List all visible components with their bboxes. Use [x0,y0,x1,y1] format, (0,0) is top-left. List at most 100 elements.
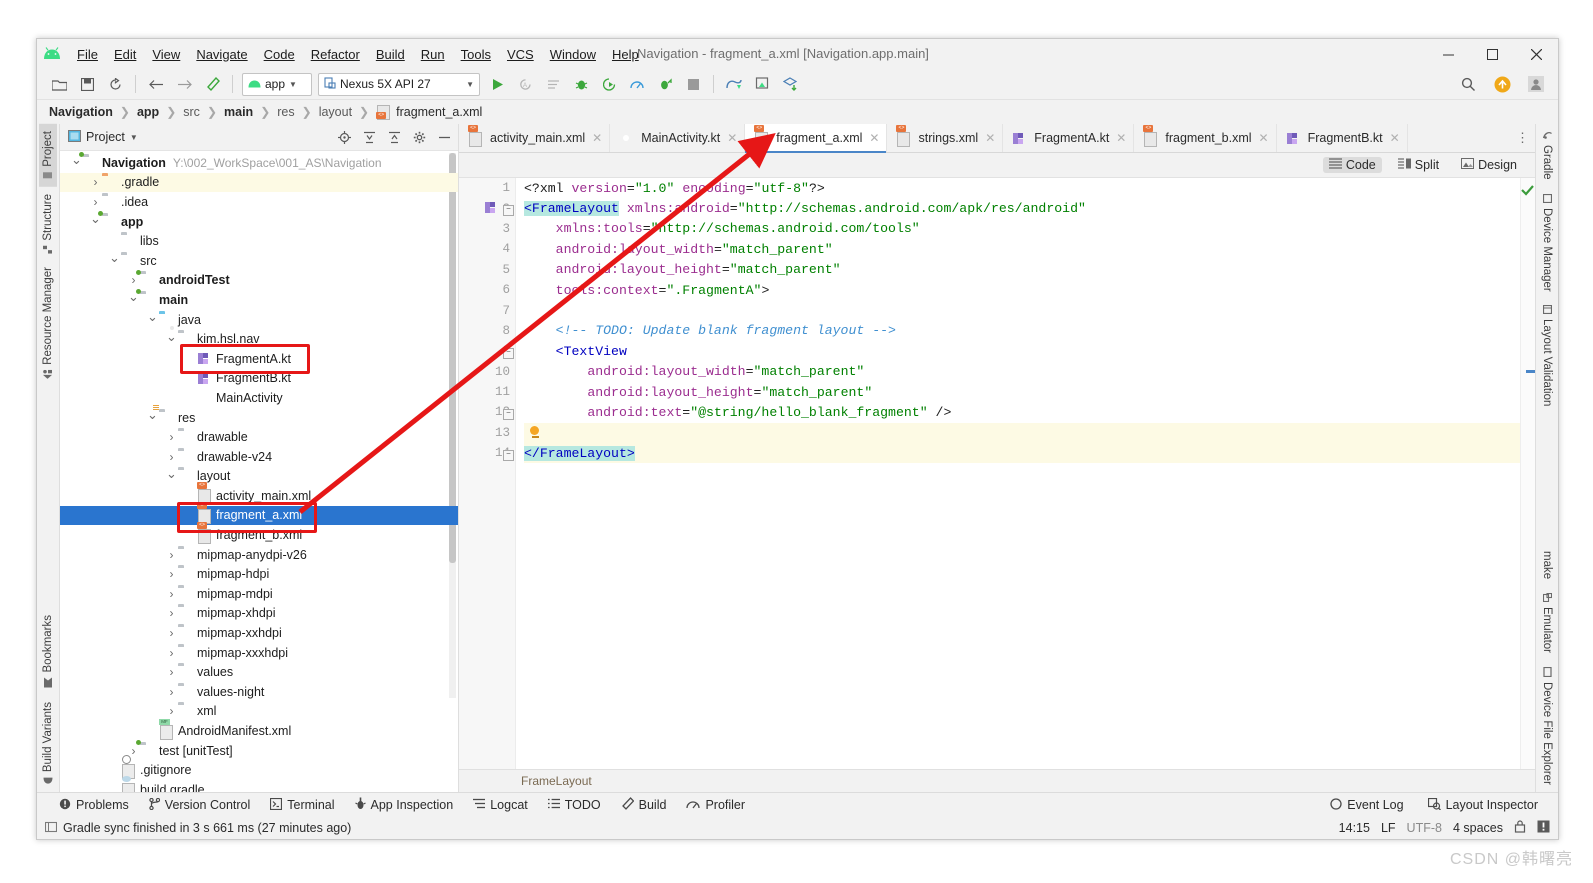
code-editor[interactable]: 1234567891011121314−−−− <?xml version="1… [459,178,1535,769]
open-folder-icon[interactable] [47,73,71,95]
menu-code[interactable]: Code [256,44,303,65]
close-tab-icon[interactable]: ✕ [1259,131,1269,145]
tree-expand-arrow[interactable]: ⌄ [165,466,178,482]
project-tree[interactable]: ⌄ Navigation Y:\002_WorkSpace\001_AS\Navig… [60,151,458,792]
sidebar-item-project[interactable]: Project [39,124,57,187]
tree-row-mipmap-hdpi[interactable]: › mipmap-hdpi [60,564,458,584]
code-line-6[interactable]: tools:context = ".FragmentA" > [524,280,1520,300]
tree-row-test-unittest-[interactable]: › test [unitTest] [60,740,458,761]
tree-row-values[interactable]: › values [60,662,458,682]
bottom-window-problems[interactable]: Problems [49,796,139,815]
code-line-10[interactable]: android:layout_width = "match_parent" [524,362,1520,382]
tab-code-view[interactable]: Code [1322,157,1382,173]
apply-changes-icon[interactable]: A [513,73,537,95]
tree-expand-arrow[interactable]: › [165,665,178,679]
back-arrow-icon[interactable] [144,73,168,95]
tree-row-navigation[interactable]: ⌄ Navigation Y:\002_WorkSpace\001_AS\Navig… [60,152,458,173]
tab-design-view[interactable]: Design [1455,157,1523,173]
bottom-window-app-inspection[interactable]: App Inspection [345,795,464,815]
tree-expand-arrow[interactable]: › [127,273,140,287]
tree-expand-arrow[interactable]: › [165,606,178,620]
tree-row-drawable-v24[interactable]: › drawable-v24 [60,447,458,467]
menu-file[interactable]: File [69,44,106,65]
device-manager-icon[interactable] [750,73,774,95]
editor-tab-fragmenta-kt[interactable]: FragmentA.kt ✕ [1003,124,1135,152]
menu-view[interactable]: View [144,44,188,65]
tree-row-mipmap-xxhdpi[interactable]: › mipmap-xxhdpi [60,623,458,643]
device-selector[interactable]: Nexus 5X API 27 ▼ [318,72,480,96]
sidebar-item-structure[interactable]: Structure [39,187,57,261]
bottom-window-terminal[interactable]: Terminal [260,796,344,815]
code-line-12[interactable]: android:text = "@string/hello_blank_fragme… [524,402,1520,422]
breadcrumb-item-src[interactable]: src [181,105,202,119]
hide-panel-icon[interactable] [434,127,454,147]
tree-row-layout[interactable]: ⌄ layout [60,466,458,487]
editor-tab-fragment-b-xml[interactable]: <> fragment_b.xml ✕ [1134,124,1277,152]
bottom-window-profiler[interactable]: Profiler [676,796,755,815]
editor-tab-mainactivity-kt[interactable]: MainActivity.kt ✕ [610,124,746,152]
tree-row--gitignore[interactable]: .gitignore [60,754,458,780]
tree-expand-arrow[interactable]: ⌄ [108,250,121,266]
close-button[interactable] [1514,39,1558,69]
breadcrumb-item-main[interactable]: main [222,105,255,119]
sidebar-item-resource-manager[interactable]: Resource Manager [39,260,57,386]
maximize-button[interactable] [1470,39,1514,69]
settings-gear-icon[interactable] [409,127,429,147]
tree-expand-arrow[interactable]: › [165,626,178,640]
code-line-4[interactable]: android:layout_width = "match_parent" [524,239,1520,259]
code-fold-marker[interactable]: − [503,409,514,420]
menu-edit[interactable]: Edit [106,44,144,65]
close-tab-icon[interactable]: ✕ [727,131,737,145]
tree-row-activity-main-xml[interactable]: <> activity_main.xml [60,482,458,506]
sync-icon[interactable] [103,73,127,95]
breadcrumb-item-app[interactable]: app [135,105,161,119]
menu-window[interactable]: Window [542,44,604,65]
status-encoding[interactable]: UTF-8 [1407,821,1442,835]
tree-row-res[interactable]: ⌄ res [60,405,458,428]
bottom-window-build[interactable]: Build [611,795,677,815]
locate-icon[interactable] [334,127,354,147]
tree-row-drawable[interactable]: › drawable [60,427,458,447]
stop-icon[interactable] [681,73,705,95]
tree-expand-arrow[interactable]: › [165,430,178,444]
tree-expand-arrow[interactable]: › [89,195,102,209]
tree-row-fragmentb-kt[interactable]: FragmentB.kt [60,369,458,389]
menu-navigate[interactable]: Navigate [188,44,255,65]
tree-expand-arrow[interactable]: › [165,646,178,660]
editor-tab-fragment-a-xml[interactable]: <> fragment_a.xml ✕ [745,124,888,153]
tree-row--idea[interactable]: › .idea [60,192,458,212]
tree-row-xml[interactable]: › xml [60,702,458,722]
tree-expand-arrow[interactable]: › [165,587,178,601]
intention-bulb-icon[interactable] [530,426,540,439]
tree-expand-arrow[interactable]: › [89,175,102,189]
tree-row-kim-hsl-nav[interactable]: ⌄ kim.hsl.nav [60,325,458,349]
code-line-11[interactable]: android:layout_height = "match_parent" [524,382,1520,402]
status-toggle-icon[interactable] [44,821,58,836]
tree-row-libs[interactable]: libs [60,231,458,251]
avd-manager-icon[interactable] [722,73,746,95]
apply-code-changes-icon[interactable] [541,73,565,95]
sidebar-item-build-variants[interactable]: Build Variants [39,695,57,792]
code-line-9[interactable]: <TextView [524,341,1520,361]
breadcrumb-item-file[interactable]: fragment_a.xml [394,105,484,119]
tree-row-mipmap-xxxhdpi[interactable]: › mipmap-xxxhdpi [60,643,458,663]
breadcrumb-item-res[interactable]: res [275,105,296,119]
expand-all-icon[interactable] [359,127,379,147]
tree-expand-arrow[interactable]: › [165,548,178,562]
tree-expand-arrow[interactable]: › [165,685,178,699]
tree-row-java[interactable]: ⌄ java [60,309,458,330]
tree-row-src[interactable]: ⌄ src [60,250,458,271]
sidebar-item-device-manager[interactable]: Device Manager [1538,187,1556,299]
tree-expand-arrow[interactable]: ⌄ [146,309,159,325]
collapse-all-icon[interactable] [384,127,404,147]
close-tab-icon[interactable]: ✕ [1390,131,1400,145]
editor-footer-element[interactable]: FrameLayout [521,774,592,788]
account-icon[interactable] [1524,73,1548,95]
tree-row-mipmap-anydpi-v26[interactable]: › mipmap-anydpi-v26 [60,545,458,565]
close-tab-icon[interactable]: ✕ [985,131,995,145]
close-tab-icon[interactable]: ✕ [869,131,879,145]
sdk-manager-icon[interactable] [778,73,802,95]
gutter-kotlin-class-icon[interactable] [484,201,497,215]
bottom-window-version-control[interactable]: Version Control [139,796,260,815]
sidebar-item-layout-validation[interactable]: Layout Validation [1538,298,1556,413]
